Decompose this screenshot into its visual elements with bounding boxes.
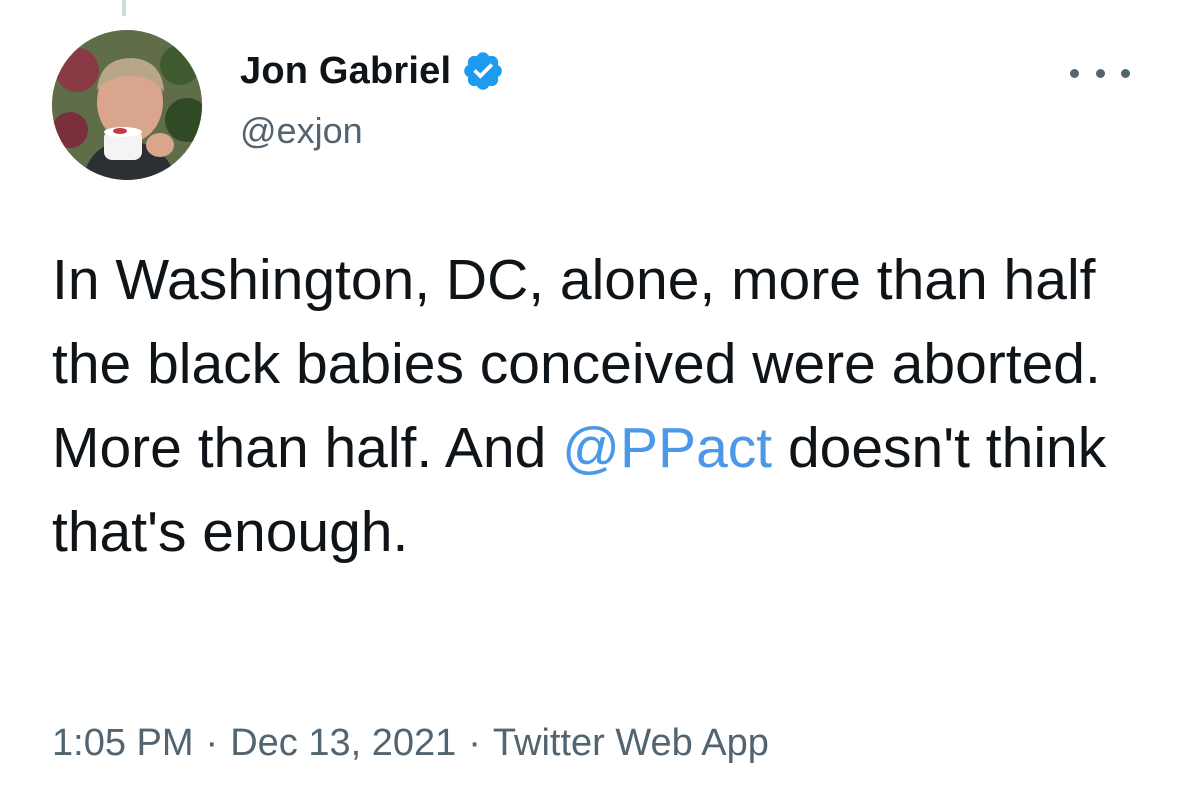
tweet-date[interactable]: Dec 13, 2021 (230, 722, 456, 764)
meta-separator: · (205, 722, 219, 764)
tweet-source[interactable]: Twitter Web App (493, 722, 769, 764)
tweet-body: In Washington, DC, alone, more than half… (52, 238, 1132, 574)
verified-badge-icon (461, 49, 505, 93)
more-horizontal-icon (1070, 68, 1079, 78)
more-horizontal-icon-dot (1095, 68, 1105, 78)
tweet-time[interactable]: 1:05 PM (52, 722, 194, 764)
meta-separator: · (468, 722, 481, 764)
author-handle[interactable]: @exjon (240, 110, 363, 152)
tweet-card: Jon Gabriel @exjon In Washington, DC, al… (0, 0, 1179, 800)
mention-link[interactable]: @PPact (562, 416, 772, 480)
more-options-button[interactable] (1070, 58, 1130, 88)
more-horizontal-icon-dot (1121, 68, 1130, 78)
thread-connector-line (122, 0, 126, 16)
author-display-name[interactable]: Jon Gabriel (240, 50, 451, 93)
tweet-metadata: 1:05 PM · Dec 13, 2021 · Twitter Web App (52, 722, 769, 765)
avatar[interactable] (52, 30, 202, 180)
author-name-row[interactable]: Jon Gabriel (240, 48, 505, 94)
